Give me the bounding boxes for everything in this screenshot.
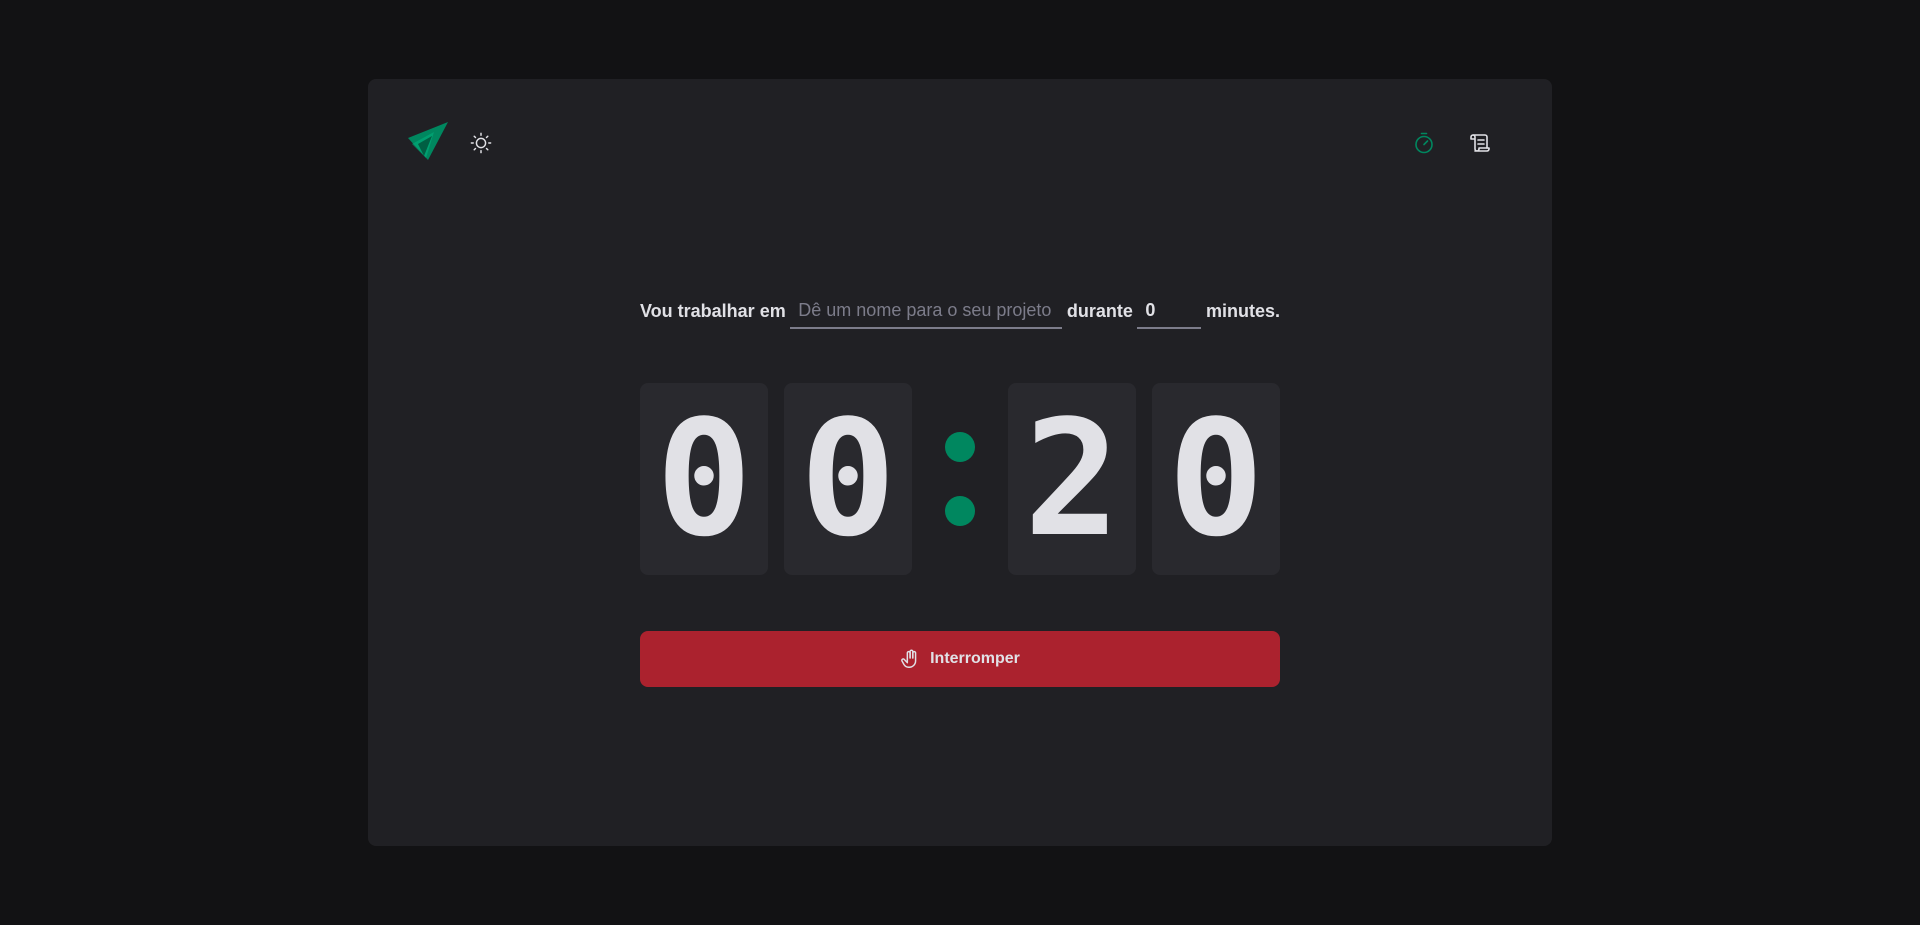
header-left bbox=[408, 122, 496, 164]
minutes-tens-digit: 0 bbox=[640, 383, 768, 575]
task-name-input[interactable] bbox=[790, 293, 1063, 329]
theme-toggle-button[interactable] bbox=[466, 128, 496, 158]
countdown-display: 0 0 2 0 bbox=[640, 383, 1280, 575]
timer-icon bbox=[1415, 132, 1433, 154]
stop-button-label: Interromper bbox=[930, 650, 1020, 667]
task-form: Vou trabalhar em durante minutes. bbox=[640, 287, 1280, 335]
separator-dots bbox=[945, 432, 975, 526]
nav-history-link[interactable] bbox=[1464, 127, 1496, 159]
header bbox=[408, 121, 1512, 165]
minutes-suffix-label: minutes. bbox=[1205, 300, 1280, 321]
duration-label: durante bbox=[1066, 300, 1133, 321]
seconds-ones-digit: 0 bbox=[1152, 383, 1280, 575]
main-card: Vou trabalhar em durante minutes. 0 0 2 … bbox=[368, 79, 1552, 846]
sun-icon bbox=[470, 132, 492, 154]
seconds-tens-digit: 2 bbox=[1008, 383, 1136, 575]
minutes-input[interactable] bbox=[1137, 293, 1202, 329]
header-nav bbox=[1408, 127, 1496, 159]
nav-timer-link[interactable] bbox=[1408, 127, 1440, 159]
hand-palm-icon bbox=[901, 649, 917, 668]
countdown-separator bbox=[928, 383, 992, 575]
stop-countdown-button[interactable]: Interromper bbox=[640, 631, 1280, 687]
task-prefix-label: Vou trabalhar em bbox=[640, 300, 786, 321]
logo-icon bbox=[408, 122, 448, 160]
minutes-ones-digit: 0 bbox=[784, 383, 912, 575]
scroll-icon bbox=[1470, 134, 1490, 152]
